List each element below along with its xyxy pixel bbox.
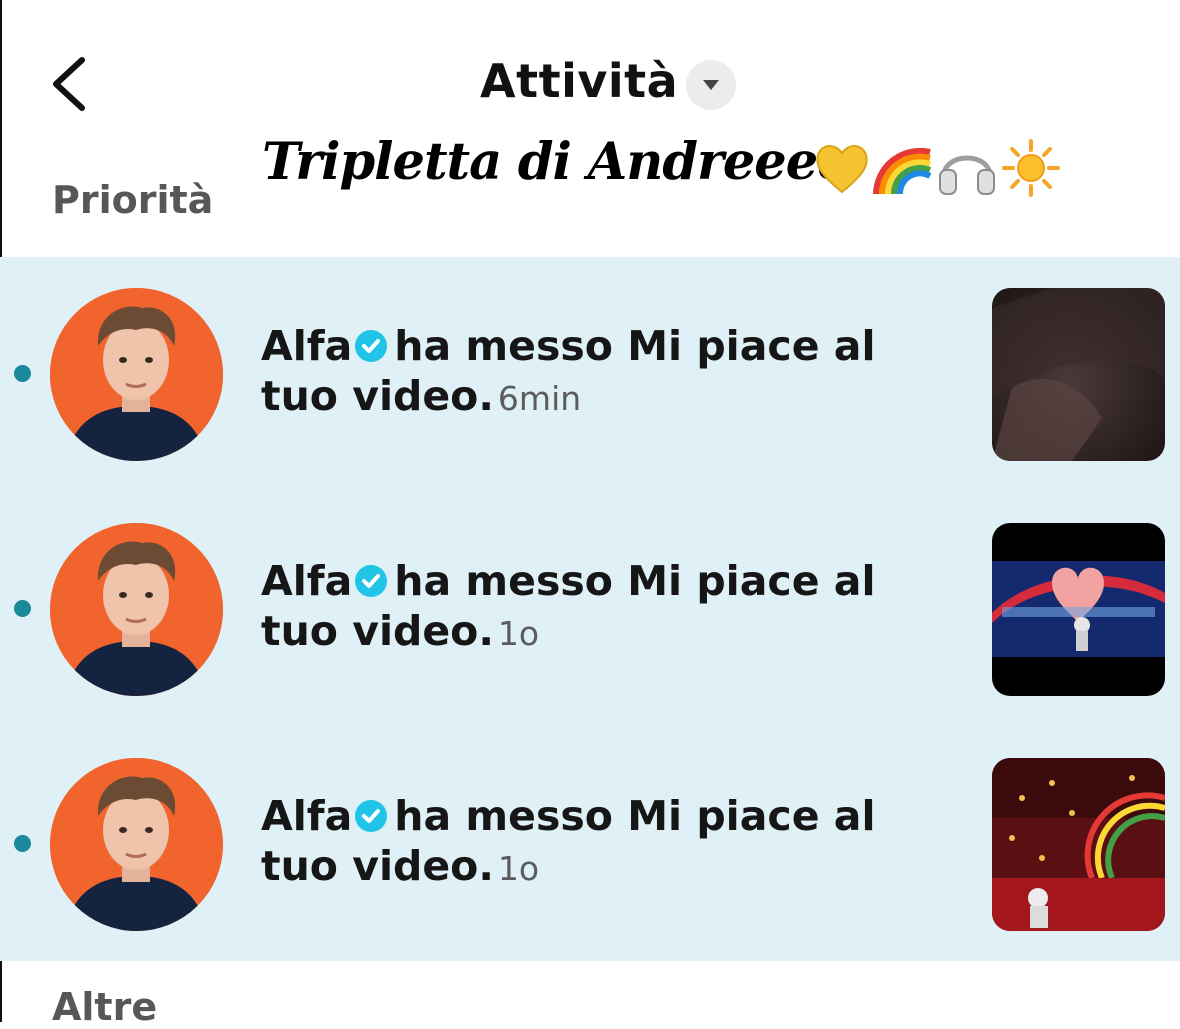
notification-list: Alfa ha messo Mi piace al tuo video. 6min	[0, 257, 1180, 961]
avatar[interactable]	[50, 523, 223, 696]
unread-indicator	[14, 600, 31, 617]
username[interactable]: Alfa	[261, 322, 352, 370]
chevron-left-icon	[53, 57, 85, 111]
notification-item[interactable]: Alfa ha messo Mi piace al tuo video. 1o	[0, 492, 1180, 726]
yellow-heart-icon	[816, 145, 868, 194]
video-thumbnail[interactable]	[992, 523, 1165, 696]
caret-down-icon	[703, 80, 719, 90]
video-thumbnail[interactable]	[992, 758, 1165, 931]
back-button[interactable]	[44, 52, 104, 116]
unread-indicator	[14, 835, 31, 852]
section-header-other: Altre	[52, 985, 158, 1029]
sun-icon	[1002, 139, 1060, 197]
verified-badge-icon	[355, 330, 388, 362]
timestamp: 1o	[497, 614, 540, 653]
headphones-icon	[939, 155, 995, 195]
notification-item[interactable]: Alfa ha messo Mi piace al tuo video. 6min	[0, 257, 1180, 491]
title-dropdown-button[interactable]	[686, 60, 736, 110]
timestamp: 6min	[497, 379, 582, 418]
action-text: ha messo Mi piace al tuo video.	[261, 792, 876, 890]
avatar[interactable]	[50, 288, 223, 461]
video-thumbnail[interactable]	[992, 288, 1165, 461]
username[interactable]: Alfa	[261, 792, 352, 840]
username[interactable]: Alfa	[261, 557, 352, 605]
notification-item[interactable]: Alfa ha messo Mi piace al tuo video. 1o	[0, 727, 1180, 961]
notification-text: Alfa ha messo Mi piace al tuo video. 1o	[261, 556, 921, 659]
unread-indicator	[14, 365, 31, 382]
header: Attività Tripletta di Andreeee Priorità	[0, 0, 1180, 256]
section-header-priority: Priorità	[52, 178, 214, 222]
notification-text: Alfa ha messo Mi piace al tuo video. 1o	[261, 791, 921, 894]
rainbow-icon	[873, 147, 932, 195]
action-text: ha messo Mi piace al tuo video.	[261, 557, 876, 655]
page-title: Attività	[480, 54, 679, 108]
notification-text: Alfa ha messo Mi piace al tuo video. 6min	[261, 321, 921, 424]
avatar[interactable]	[50, 758, 223, 931]
video-caption-overlay: Tripletta di Andreeee	[262, 132, 850, 192]
verified-badge-icon	[355, 800, 388, 832]
verified-badge-icon	[355, 565, 388, 597]
timestamp: 1o	[497, 849, 540, 888]
